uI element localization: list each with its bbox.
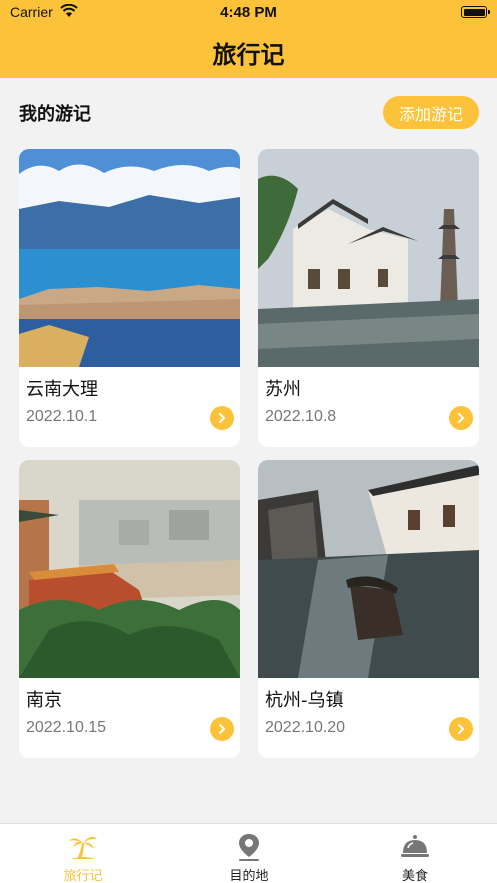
tab-label: 旅行记	[63, 869, 103, 883]
status-bar: Carrier 4:48 PM	[0, 0, 497, 26]
chevron-right-icon[interactable]	[210, 406, 234, 430]
journal-title: 苏州	[265, 379, 301, 400]
journal-date: 2022.10.8	[265, 408, 337, 425]
journal-title: 杭州-乌镇	[265, 690, 344, 711]
tab-bar: 旅行记 目的地 美食	[0, 823, 497, 883]
chevron-right-icon[interactable]	[449, 717, 473, 741]
journal-title: 南京	[26, 690, 62, 711]
wuzhen-canal-photo	[258, 460, 479, 678]
location-pin-icon	[239, 834, 259, 861]
chevron-right-icon[interactable]	[449, 406, 473, 430]
tab-label: 目的地	[229, 869, 269, 883]
journal-title: 云南大理	[26, 379, 98, 400]
status-time: 4:48 PM	[220, 4, 277, 21]
section-title: 我的游记	[19, 104, 91, 125]
journal-date: 2022.10.20	[265, 719, 346, 736]
battery-icon	[461, 6, 490, 18]
journal-date: 2022.10.1	[26, 408, 98, 425]
tab-travel-journal[interactable]: 旅行记	[0, 824, 166, 883]
dali-lake-photo	[19, 149, 240, 367]
tab-label: 美食	[401, 869, 428, 883]
tab-food[interactable]: 美食	[332, 824, 497, 883]
journal-card-wuzhen[interactable]: 杭州-乌镇 2022.10.20	[258, 460, 479, 758]
tab-destination[interactable]: 目的地	[166, 824, 332, 883]
add-journal-button[interactable]: 添加游记	[383, 96, 479, 129]
top-bar: Carrier 4:48 PM 旅行记	[0, 0, 497, 78]
suzhou-canal-photo	[258, 149, 479, 367]
journal-card-nanjing[interactable]: 南京 2022.10.15	[19, 460, 240, 758]
page-title: 旅行记	[212, 41, 285, 69]
palm-tree-icon	[69, 836, 97, 859]
journal-date: 2022.10.15	[26, 719, 107, 736]
nanjing-city-photo	[19, 460, 240, 678]
journal-card-suzhou[interactable]: 苏州 2022.10.8	[258, 149, 479, 447]
journal-card-dali[interactable]: 云南大理 2022.10.1	[19, 149, 240, 447]
food-cloche-icon	[401, 835, 429, 857]
chevron-right-icon[interactable]	[210, 717, 234, 741]
